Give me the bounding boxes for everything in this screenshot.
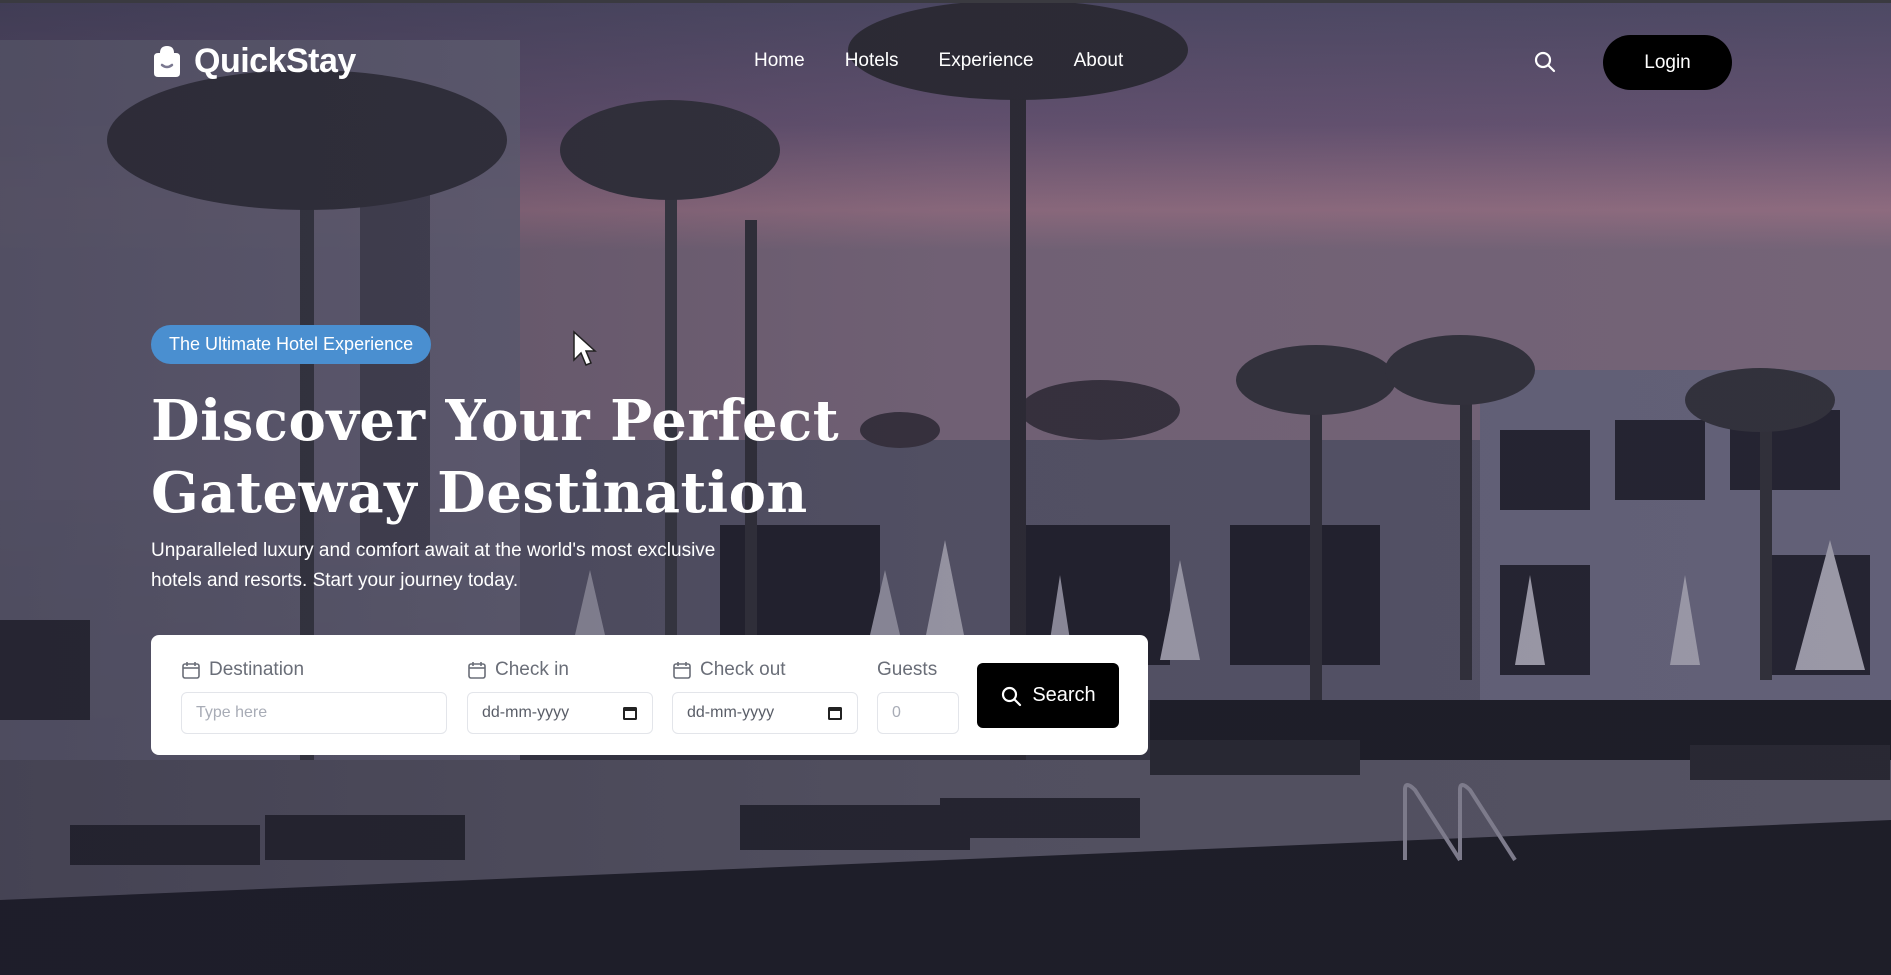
- search-button-label: Search: [1032, 684, 1096, 706]
- bag-logo-icon: [154, 45, 180, 77]
- check-out-date-input[interactable]: dd-mm-yyyy: [672, 692, 858, 734]
- check-in-date-value: dd-mm-yyyy: [482, 704, 570, 721]
- brand-logo[interactable]: QuickStay: [150, 42, 356, 81]
- check-out-date-value: dd-mm-yyyy: [687, 704, 775, 721]
- hero-title-line-1: Discover Your Perfect: [151, 388, 840, 454]
- destination-label-text: Destination: [209, 659, 305, 680]
- guests-label-text: Guests: [877, 659, 938, 680]
- nav-link-home[interactable]: Home: [754, 50, 805, 72]
- guests-label: Guests: [877, 659, 937, 681]
- search-icon[interactable]: [1533, 50, 1557, 74]
- window-top-edge: [0, 0, 1891, 3]
- calendar-icon: [673, 662, 691, 679]
- guests-input[interactable]: 0: [877, 692, 959, 734]
- nav-link-experience[interactable]: Experience: [939, 50, 1034, 72]
- main-nav: Home Hotels Experience About: [754, 50, 1123, 72]
- hero-subtitle-line-2: hotels and resorts. Start your journey t…: [151, 570, 519, 591]
- destination-label: Destination: [181, 659, 304, 681]
- brand-name: QuickStay: [194, 42, 356, 80]
- date-picker-icon[interactable]: [622, 705, 638, 721]
- check-in-label: Check in: [467, 659, 569, 681]
- hero-subtitle: Unparalleled luxury and comfort await at…: [151, 536, 771, 596]
- search-submit-button[interactable]: Search: [977, 663, 1119, 728]
- nav-link-about[interactable]: About: [1074, 50, 1124, 72]
- destination-input[interactable]: Type here: [181, 692, 447, 734]
- hero-title: Discover Your Perfect Gateway Destinatio…: [151, 385, 851, 529]
- mouse-cursor-icon: [573, 330, 597, 366]
- hotel-search-form: Destination Type here Check in dd-mm-yyy…: [151, 635, 1148, 755]
- hero-title-line-2: Gateway Destination: [151, 460, 808, 526]
- calendar-icon: [182, 662, 200, 679]
- date-picker-icon[interactable]: [827, 705, 843, 721]
- hero-badge: The Ultimate Hotel Experience: [151, 325, 432, 364]
- check-in-label-text: Check in: [495, 659, 569, 680]
- check-out-label: Check out: [672, 659, 786, 681]
- navbar: QuickStay Home Hotels Experience About L…: [0, 28, 1891, 92]
- check-out-label-text: Check out: [700, 659, 786, 680]
- search-icon: [1002, 686, 1022, 706]
- check-in-date-input[interactable]: dd-mm-yyyy: [467, 692, 653, 734]
- login-button[interactable]: Login: [1603, 35, 1732, 90]
- nav-link-hotels[interactable]: Hotels: [845, 50, 899, 72]
- hero-subtitle-line-1: Unparalleled luxury and comfort await at…: [151, 540, 716, 561]
- calendar-icon: [468, 662, 486, 679]
- guests-placeholder: 0: [892, 704, 901, 721]
- destination-placeholder: Type here: [196, 704, 268, 721]
